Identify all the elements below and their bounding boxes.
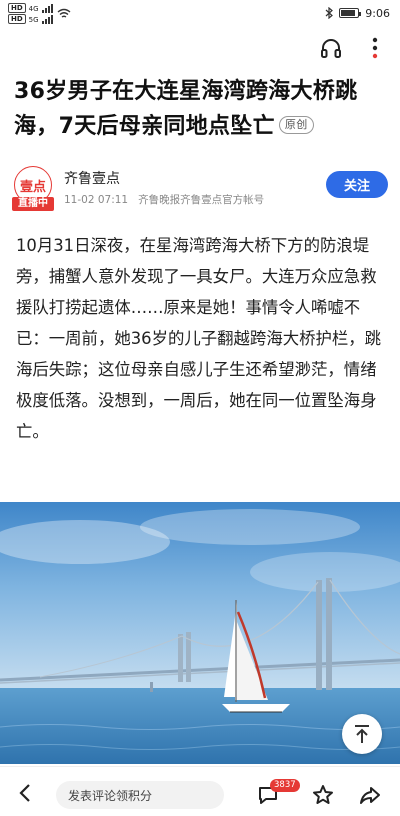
scroll-to-top-button[interactable] bbox=[342, 714, 382, 754]
article-photo[interactable] bbox=[0, 502, 400, 764]
bluetooth-icon bbox=[325, 7, 334, 19]
author-name[interactable]: 齐鲁壹点 bbox=[64, 168, 120, 188]
share-icon bbox=[360, 787, 380, 804]
sim1-row: HD 4G bbox=[8, 2, 53, 13]
share-button[interactable] bbox=[358, 783, 382, 807]
scroll-top-icon bbox=[355, 725, 369, 743]
sim2-hd-tag: HD bbox=[8, 13, 26, 24]
wifi-icon bbox=[57, 8, 71, 18]
bottom-bar: 发表评论领积分 3837 bbox=[0, 766, 400, 816]
top-action-bar bbox=[0, 26, 400, 70]
article-page: HD 4G HD 5G 9:06 36岁男子在大连星海湾跨海大桥跳海，7天后母亲… bbox=[0, 0, 400, 816]
follow-button[interactable]: 关注 bbox=[326, 171, 388, 198]
comment-count-badge: 3837 bbox=[270, 779, 300, 792]
more-vertical-icon bbox=[372, 37, 378, 59]
more-options-button[interactable] bbox=[360, 33, 390, 63]
comment-input[interactable]: 发表评论领积分 bbox=[56, 781, 224, 809]
live-tag[interactable]: 直播中 bbox=[12, 197, 54, 211]
sim-group: HD 4G HD 5G bbox=[8, 2, 53, 24]
sim1-network-type: 4G bbox=[28, 4, 39, 13]
sim2-row: HD 5G bbox=[8, 13, 53, 24]
publish-time: 11-02 07:11 bbox=[64, 194, 129, 206]
sim2-network-type: 5G bbox=[28, 15, 39, 24]
signal-icon bbox=[41, 14, 53, 24]
bridge-sailboat-image bbox=[0, 502, 400, 764]
status-right: 9:06 bbox=[325, 7, 390, 20]
back-button[interactable] bbox=[14, 781, 38, 805]
status-left: HD 4G HD 5G bbox=[8, 2, 71, 24]
headphones-icon bbox=[321, 39, 341, 58]
star-icon bbox=[313, 785, 333, 804]
listen-button[interactable] bbox=[316, 33, 346, 63]
author-row: 壹点 直播中 齐鲁壹点 11-02 07:11 齐鲁晚报齐鲁壹点官方帐号 关注 bbox=[12, 166, 388, 214]
author-description: 齐鲁晚报齐鲁壹点官方帐号 bbox=[138, 194, 265, 206]
original-badge: 原创 bbox=[278, 116, 314, 134]
status-bar: HD 4G HD 5G 9:06 bbox=[0, 0, 400, 26]
status-time: 9:06 bbox=[365, 6, 390, 20]
article-title: 36岁男子在大连星海湾跨海大桥跳海，7天后母亲同地点坠亡 原创 bbox=[14, 74, 386, 144]
battery-icon bbox=[339, 8, 362, 18]
battery-level bbox=[341, 10, 355, 16]
article-body: 10月31日深夜，在星海湾跨海大桥下方的防浪堤旁，捕蟹人意外发现了一具女尸。大连… bbox=[16, 236, 382, 441]
back-arrow-icon bbox=[19, 784, 30, 802]
signal-icon bbox=[41, 3, 53, 13]
sim1-hd-tag: HD bbox=[8, 2, 26, 13]
favorite-button[interactable] bbox=[311, 783, 335, 807]
author-meta: 11-02 07:11 齐鲁晚报齐鲁壹点官方帐号 bbox=[64, 192, 264, 207]
